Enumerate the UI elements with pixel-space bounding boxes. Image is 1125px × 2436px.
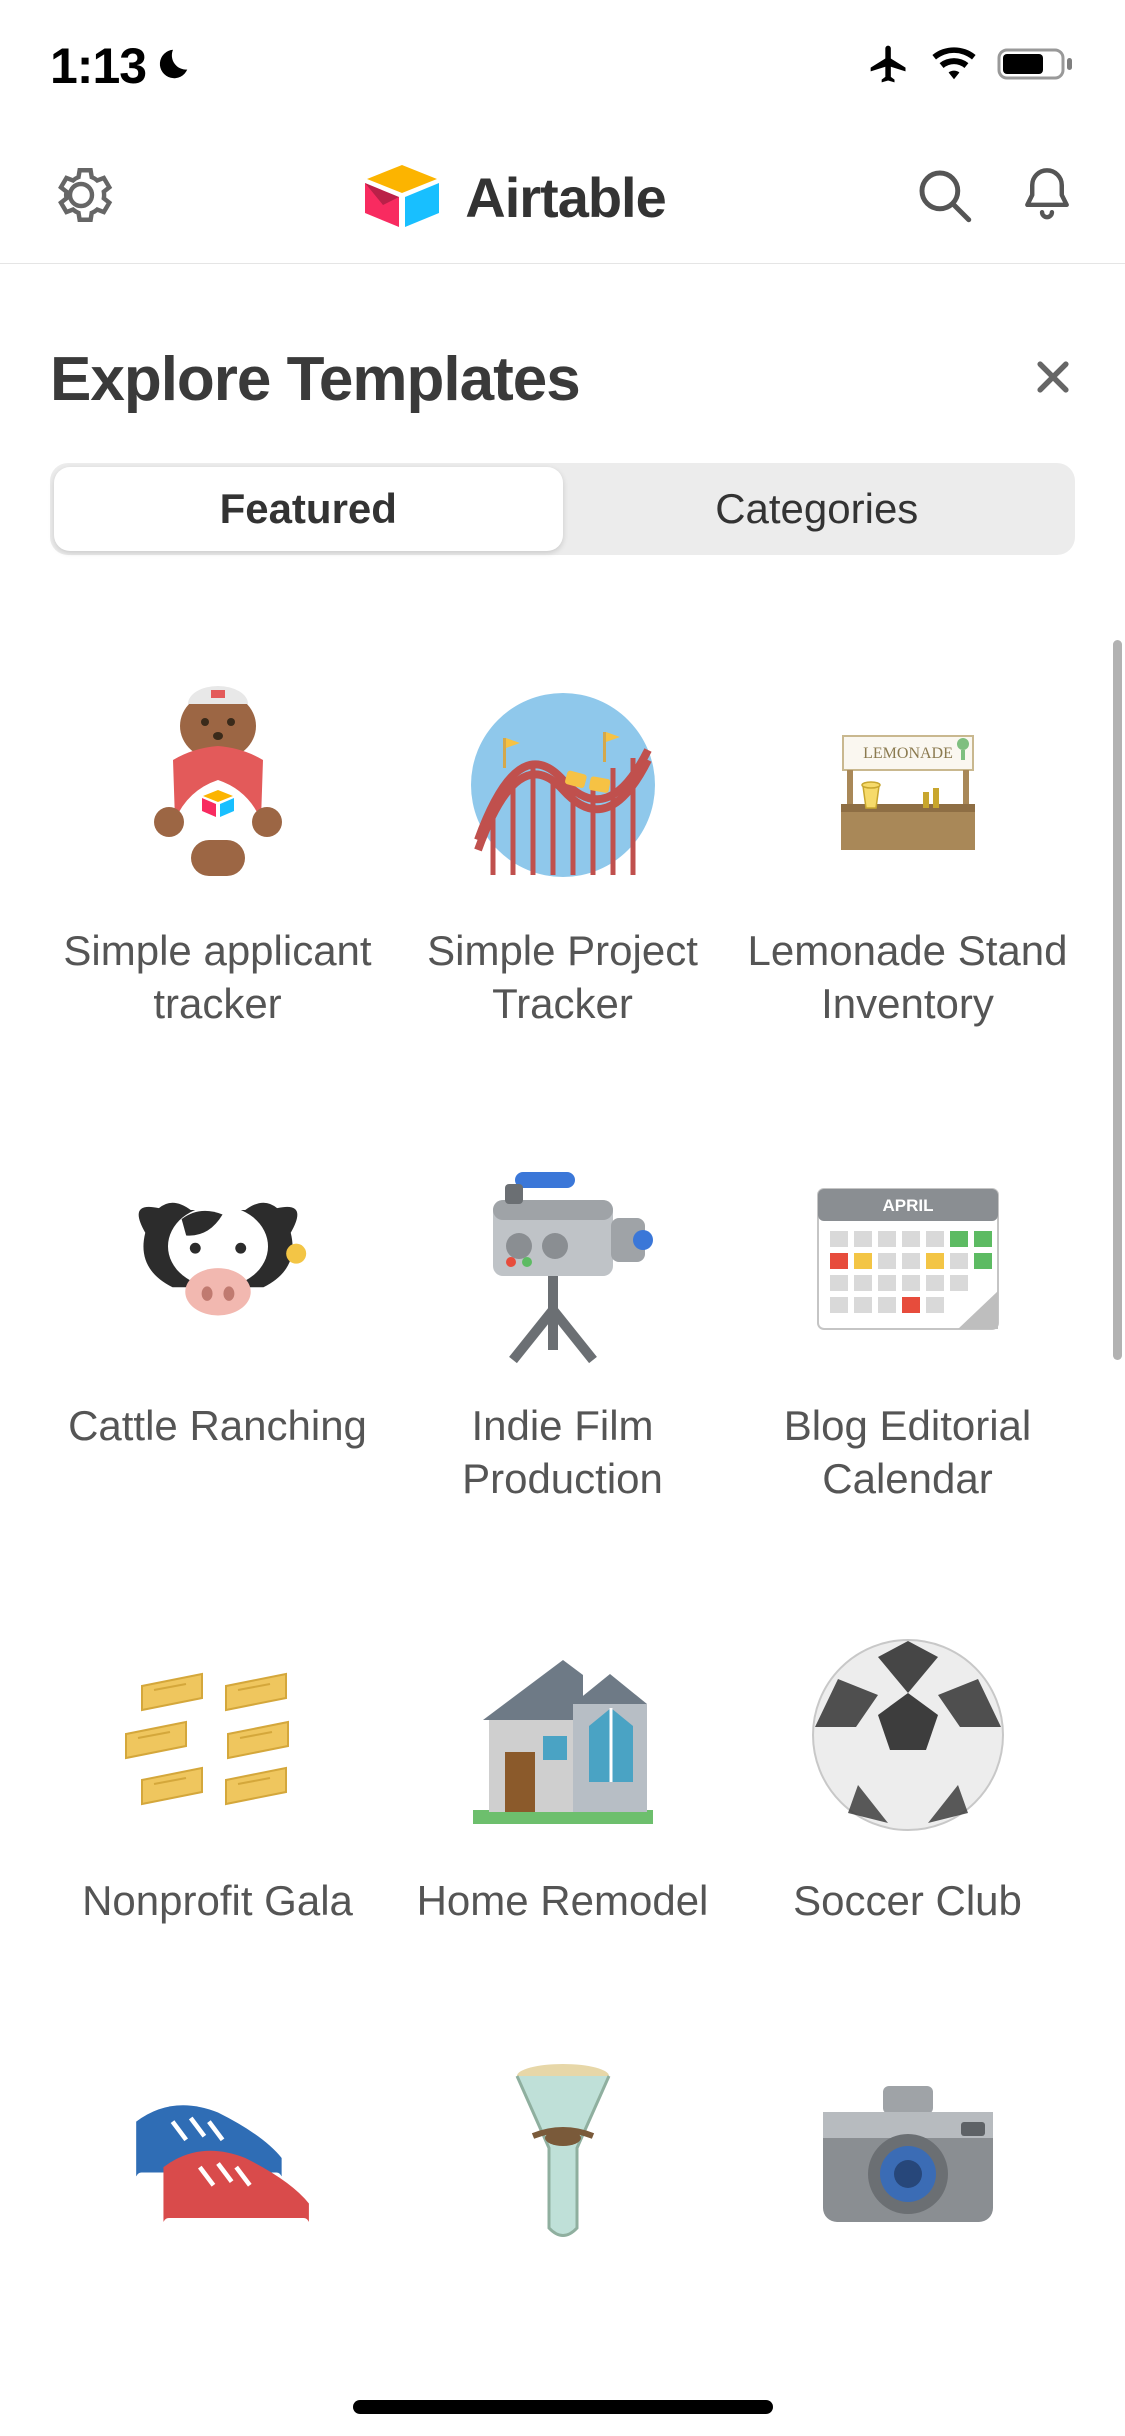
wifi-icon [931,46,977,87]
svg-text:LEMONADE: LEMONADE [863,745,953,762]
do-not-disturb-icon [154,45,192,88]
tab-categories[interactable]: Categories [563,467,1072,551]
template-label: Simple applicant tracker [58,925,378,1030]
template-label: Blog Editorial Calendar [748,1400,1068,1505]
notifications-icon[interactable] [1017,163,1077,232]
segmented-control: Featured Categories [50,463,1075,555]
status-bar: 1:13 [0,0,1125,132]
template-item-10[interactable] [50,2058,385,2298]
tab-featured[interactable]: Featured [54,467,563,551]
template-simple-applicant-tracker[interactable]: Simple applicant tracker [50,685,385,1030]
template-cattle-ranching[interactable]: Cattle Ranching [50,1160,385,1505]
template-label: Indie Film Production [403,1400,723,1505]
airplane-mode-icon [867,42,911,91]
template-simple-project-tracker[interactable]: Simple Project Tracker [395,685,730,1030]
battery-icon [997,46,1075,87]
airtable-logo-icon [359,159,445,236]
search-icon[interactable] [911,162,977,233]
carafe-icon [463,2058,663,2258]
template-item-12[interactable] [740,2058,1075,2298]
template-label: Home Remodel [417,1875,709,1928]
template-item-11[interactable] [395,2058,730,2298]
template-indie-film-production[interactable]: Indie Film Production [395,1160,730,1505]
template-label: Simple Project Tracker [403,925,723,1030]
template-label: Cattle Ranching [68,1400,367,1453]
lemonade-stand-icon: LEMONADE [808,685,1008,885]
template-label: Soccer Club [793,1875,1022,1928]
template-nonprofit-gala[interactable]: Nonprofit Gala [50,1635,385,1928]
svg-text:APRIL: APRIL [882,1196,933,1215]
settings-icon[interactable] [48,162,114,233]
home-indicator[interactable] [353,2400,773,2414]
close-icon[interactable] [1031,355,1075,404]
status-time: 1:13 [50,37,146,95]
scroll-indicator[interactable] [1113,640,1122,1360]
house-icon [463,1635,663,1835]
templates-grid: Simple applicant tracker [50,685,1075,2298]
template-label: Lemonade Stand Inventory [748,925,1068,1030]
roller-coaster-icon [463,685,663,885]
template-home-remodel[interactable]: Home Remodel [395,1635,730,1928]
page-title: Explore Templates [50,344,580,415]
photo-camera-icon [808,2058,1008,2258]
film-camera-icon [463,1160,663,1360]
template-lemonade-stand-inventory[interactable]: LEMONADE Lemonade Stand Inventory [740,685,1075,1030]
sneakers-icon [118,2058,318,2258]
brand-name: Airtable [465,165,666,230]
template-soccer-club[interactable]: Soccer Club [740,1635,1075,1928]
soccer-ball-icon [808,1635,1008,1835]
template-blog-editorial-calendar[interactable]: APRIL [740,1160,1075,1505]
calendar-april-icon: APRIL [808,1160,1008,1360]
template-label: Nonprofit Gala [82,1875,353,1928]
cow-icon [118,1160,318,1360]
brand: Airtable [359,159,666,236]
gold-cards-icon [118,1635,318,1835]
app-header: Airtable [0,132,1125,264]
bear-person-icon [118,685,318,885]
